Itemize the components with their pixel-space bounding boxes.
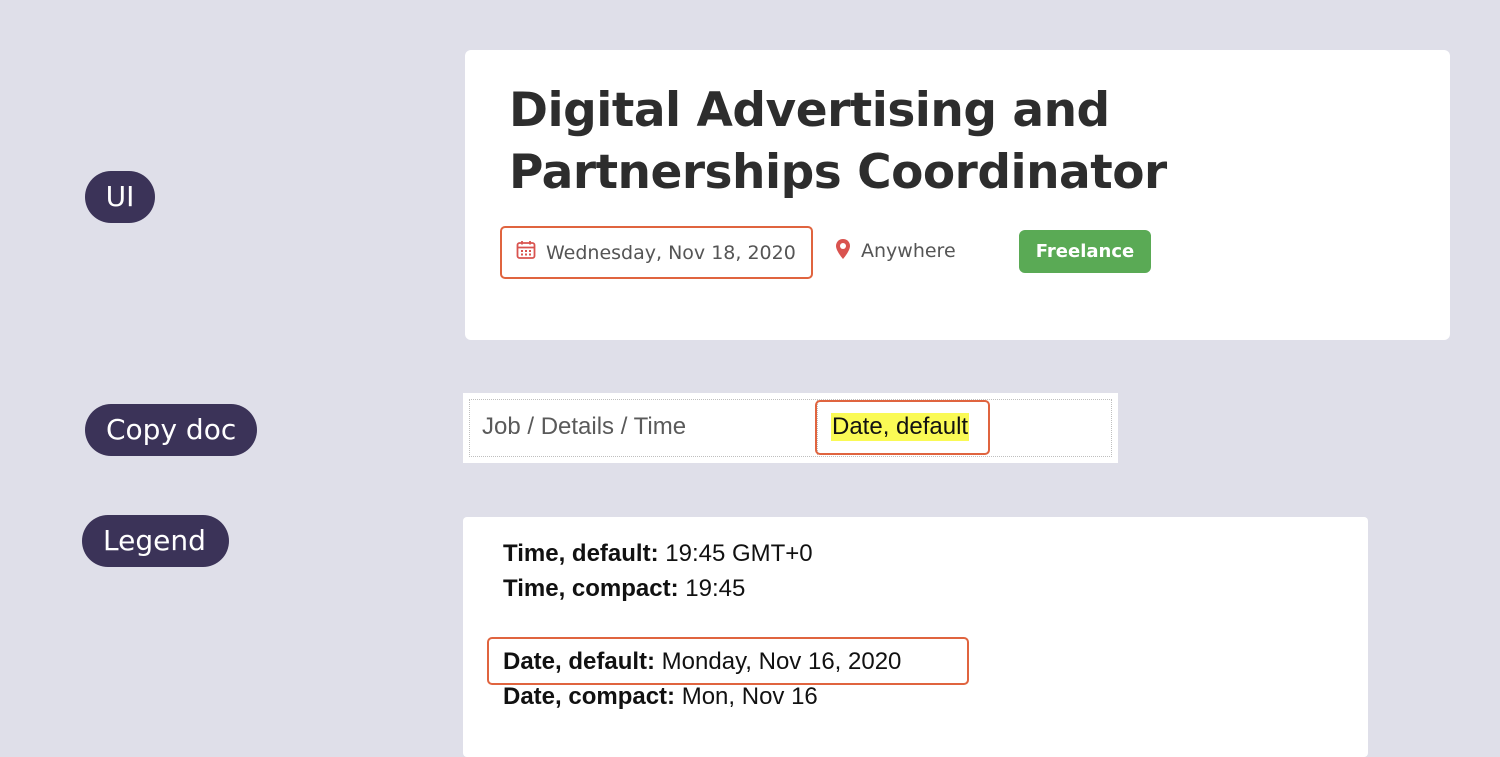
job-title: Digital Advertising and Partnerships Coo… bbox=[509, 83, 1167, 200]
job-type-badge: Freelance bbox=[1019, 230, 1151, 273]
legend-line: Time, default: 19:45 GMT+0 bbox=[503, 540, 813, 567]
legend-line: Date, default: Monday, Nov 16, 2020 bbox=[503, 648, 902, 675]
map-pin-icon bbox=[835, 238, 851, 265]
job-location: Anywhere bbox=[835, 235, 956, 267]
job-date-highlight: Wednesday, Nov 18, 2020 bbox=[500, 226, 813, 279]
legend-panel: Time, default: 19:45 GMT+0 Time, compact… bbox=[463, 517, 1368, 757]
copy-doc-value: Date, default bbox=[831, 413, 970, 441]
label-copy-doc: Copy doc bbox=[85, 404, 257, 456]
copy-doc-path: Job / Details / Time bbox=[482, 413, 687, 440]
job-card: Digital Advertising and Partnerships Coo… bbox=[465, 50, 1450, 340]
label-ui: UI bbox=[85, 171, 155, 223]
job-location-text: Anywhere bbox=[861, 240, 956, 262]
label-legend: Legend bbox=[82, 515, 229, 567]
job-date: Wednesday, Nov 18, 2020 bbox=[546, 241, 796, 264]
legend-line: Time, compact: 19:45 bbox=[503, 575, 746, 602]
calendar-icon bbox=[516, 240, 536, 265]
copy-doc-value-outline: Date, default bbox=[815, 400, 990, 455]
copy-doc-table: Job / Details / Time Date, default bbox=[463, 393, 1118, 463]
legend-line: Date, compact: Mon, Nov 16 bbox=[503, 683, 818, 710]
